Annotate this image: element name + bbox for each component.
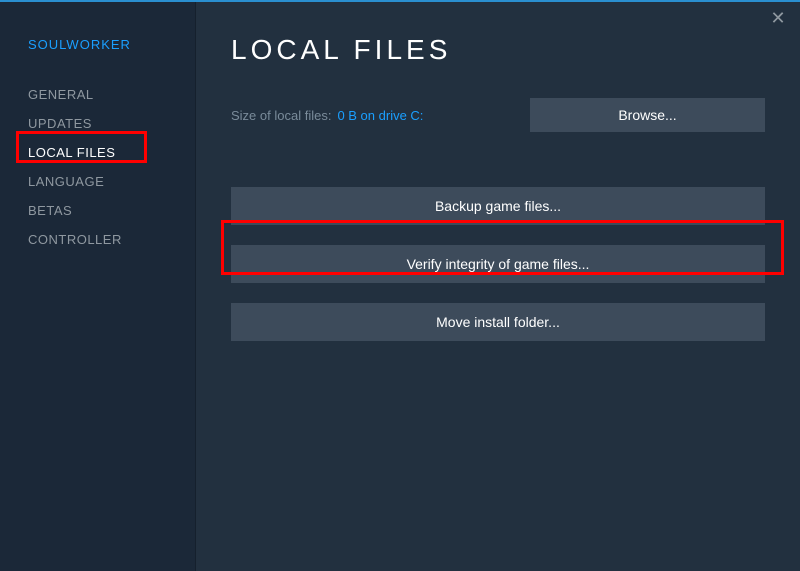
size-row: Size of local files: 0 B on drive C: Bro… <box>231 98 765 132</box>
sidebar-item-updates[interactable]: UPDATES <box>28 109 195 138</box>
size-value: 0 B on drive C: <box>337 108 423 123</box>
sidebar-item-controller[interactable]: CONTROLLER <box>28 225 195 254</box>
size-label: Size of local files: <box>231 108 331 123</box>
close-icon[interactable]: ✕ <box>768 8 788 28</box>
sidebar-item-local-files[interactable]: LOCAL FILES <box>28 138 195 167</box>
backup-button[interactable]: Backup game files... <box>231 187 765 225</box>
sidebar-item-language[interactable]: LANGUAGE <box>28 167 195 196</box>
main-panel: LOCAL FILES Size of local files: 0 B on … <box>195 2 800 571</box>
verify-button[interactable]: Verify integrity of game files... <box>231 245 765 283</box>
window-top-border <box>0 0 800 2</box>
page-title: LOCAL FILES <box>231 34 765 66</box>
sidebar-item-general[interactable]: GENERAL <box>28 80 195 109</box>
window-body: SOULWORKER GENERAL UPDATES LOCAL FILES L… <box>0 0 800 571</box>
game-title: SOULWORKER <box>28 37 195 52</box>
sidebar: SOULWORKER GENERAL UPDATES LOCAL FILES L… <box>0 2 195 571</box>
move-button[interactable]: Move install folder... <box>231 303 765 341</box>
sidebar-item-betas[interactable]: BETAS <box>28 196 195 225</box>
browse-button[interactable]: Browse... <box>530 98 765 132</box>
